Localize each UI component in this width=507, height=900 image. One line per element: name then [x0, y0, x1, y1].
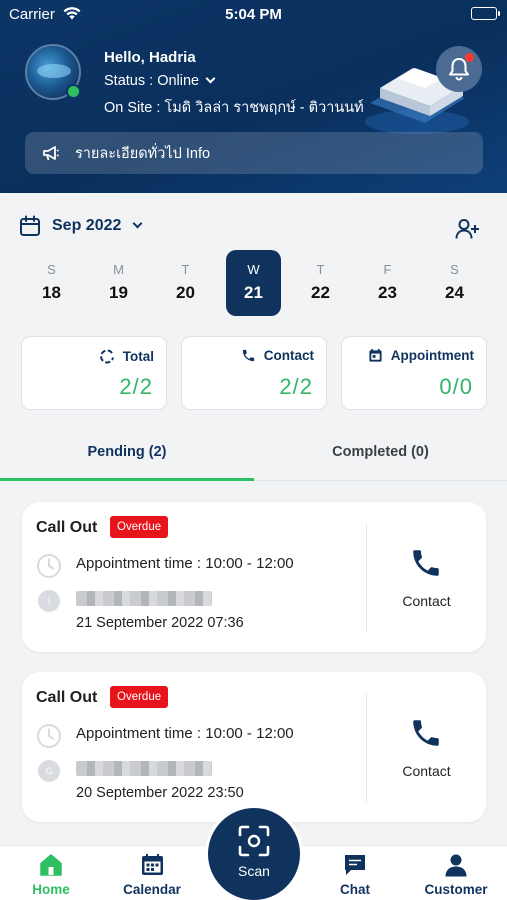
- task-datetime: 21 September 2022 07:36: [76, 615, 244, 631]
- day-item[interactable]: F 23: [360, 250, 415, 316]
- day-date: 22: [311, 283, 330, 302]
- nav-calendar[interactable]: Calendar: [102, 846, 202, 900]
- contact-button[interactable]: Contact: [367, 672, 486, 822]
- day-name: T: [181, 262, 190, 277]
- status-label: Status : Online: [104, 73, 200, 89]
- summary-total-label: Total: [122, 348, 154, 364]
- month-label: Sep 2022: [52, 217, 122, 234]
- task-datetime: 20 September 2022 23:50: [76, 785, 244, 801]
- task-card[interactable]: Call Out Overdue Appointment time : 10:0…: [22, 672, 486, 822]
- day-item[interactable]: T 20: [158, 250, 213, 316]
- customer-name-redacted: [76, 761, 212, 776]
- megaphone-icon: [42, 145, 60, 161]
- status-bar: Carrier 5:04 PM: [0, 0, 507, 28]
- active-tab-indicator: [0, 478, 254, 481]
- phone-icon: [409, 716, 443, 750]
- nav-chat-label: Chat: [340, 882, 370, 897]
- overdue-badge: Overdue: [110, 516, 169, 538]
- header: Carrier 5:04 PM Hello, Hadria Status : O…: [0, 0, 507, 193]
- day-name: S: [450, 262, 459, 277]
- scan-label: Scan: [238, 863, 270, 879]
- info-banner-label: รายละเอียดทั่วไป Info: [75, 145, 211, 162]
- customer-avatar: G: [38, 760, 60, 782]
- nav-customer[interactable]: Customer: [406, 846, 506, 900]
- nav-home[interactable]: Home: [1, 846, 101, 900]
- chevron-down-icon: [132, 218, 143, 228]
- day-item[interactable]: S 18: [24, 250, 79, 316]
- summary-appointment-value: 0/0: [439, 374, 473, 399]
- month-selector[interactable]: Sep 2022: [19, 215, 143, 237]
- notification-badge: [465, 53, 474, 62]
- appointment-time: Appointment time : 10:00 - 12:00: [76, 725, 294, 742]
- nav-home-label: Home: [32, 882, 70, 897]
- calendar-icon: [19, 215, 41, 237]
- scan-icon: [208, 824, 300, 858]
- day-item-selected[interactable]: W 21: [226, 250, 281, 316]
- nav-customer-label: Customer: [424, 882, 488, 897]
- calendar-icon: [102, 852, 202, 877]
- calendar-icon: [368, 348, 383, 363]
- phone-icon: [409, 546, 443, 580]
- on-site-label: On Site : โมดิ วิลล่า ราชพฤกษ์ - ติวานนท…: [104, 100, 364, 116]
- contact-label: Contact: [402, 593, 451, 609]
- summary-total-card[interactable]: Total 2/2: [21, 336, 167, 410]
- battery-icon: [471, 7, 500, 20]
- day-item[interactable]: T 22: [293, 250, 348, 316]
- scan-button[interactable]: Scan: [208, 808, 300, 900]
- tab-pending[interactable]: Pending (2): [0, 444, 254, 460]
- task-title: Call Out: [36, 519, 98, 536]
- summary-contact-label: Contact: [263, 348, 314, 363]
- task-title: Call Out: [36, 689, 98, 706]
- day-date: 20: [176, 283, 195, 302]
- day-name: T: [316, 262, 325, 277]
- summary-total-value: 2/2: [119, 374, 153, 399]
- contact-label: Contact: [402, 763, 451, 779]
- info-banner[interactable]: รายละเอียดทั่วไป Info: [25, 132, 483, 174]
- phone-icon: [241, 348, 256, 363]
- day-name: M: [113, 262, 124, 277]
- day-date: 23: [378, 283, 397, 302]
- customer-name-redacted: [76, 591, 212, 606]
- notification-button[interactable]: [436, 46, 482, 92]
- chat-icon: [305, 852, 405, 878]
- day-name: F: [383, 262, 392, 277]
- home-icon: [1, 852, 101, 878]
- summary-contact-value: 2/2: [279, 374, 313, 399]
- task-card[interactable]: Call Out Overdue Appointment time : 10:0…: [22, 502, 486, 652]
- clock-icon: [36, 553, 62, 579]
- clock-time: 5:04 PM: [225, 6, 282, 23]
- chevron-down-icon: [205, 73, 216, 84]
- day-item[interactable]: S 24: [427, 250, 482, 316]
- add-user-icon: [455, 219, 479, 239]
- person-icon: [406, 852, 506, 878]
- clock-icon: [36, 723, 62, 749]
- day-name: W: [247, 262, 260, 277]
- overdue-badge: Overdue: [110, 686, 169, 708]
- summary-contact-card[interactable]: Contact 2/2: [181, 336, 327, 410]
- nav-chat[interactable]: Chat: [305, 846, 405, 900]
- status-selector[interactable]: Status : Online: [104, 73, 216, 89]
- day-date: 21: [244, 283, 263, 302]
- greeting: Hello, Hadria: [104, 49, 196, 66]
- appointment-time: Appointment time : 10:00 - 12:00: [76, 555, 294, 572]
- add-user-button[interactable]: [455, 218, 480, 240]
- tab-completed[interactable]: Completed (0): [254, 444, 507, 460]
- day-name: S: [47, 262, 56, 277]
- day-date: 24: [445, 283, 464, 302]
- customer-avatar: I: [38, 590, 60, 612]
- day-date: 18: [42, 283, 61, 302]
- summary-appointment-label: Appointment: [390, 348, 474, 363]
- refresh-icon: [99, 348, 115, 364]
- day-item[interactable]: M 19: [91, 250, 146, 316]
- day-date: 19: [109, 283, 128, 302]
- contact-button[interactable]: Contact: [367, 502, 486, 652]
- week-strip: S 18 M 19 T 20 W 21 T 22 F 23 S 24: [18, 250, 489, 318]
- online-indicator: [66, 84, 81, 99]
- nav-calendar-label: Calendar: [123, 882, 181, 897]
- summary-appointment-card[interactable]: Appointment 0/0: [341, 336, 487, 410]
